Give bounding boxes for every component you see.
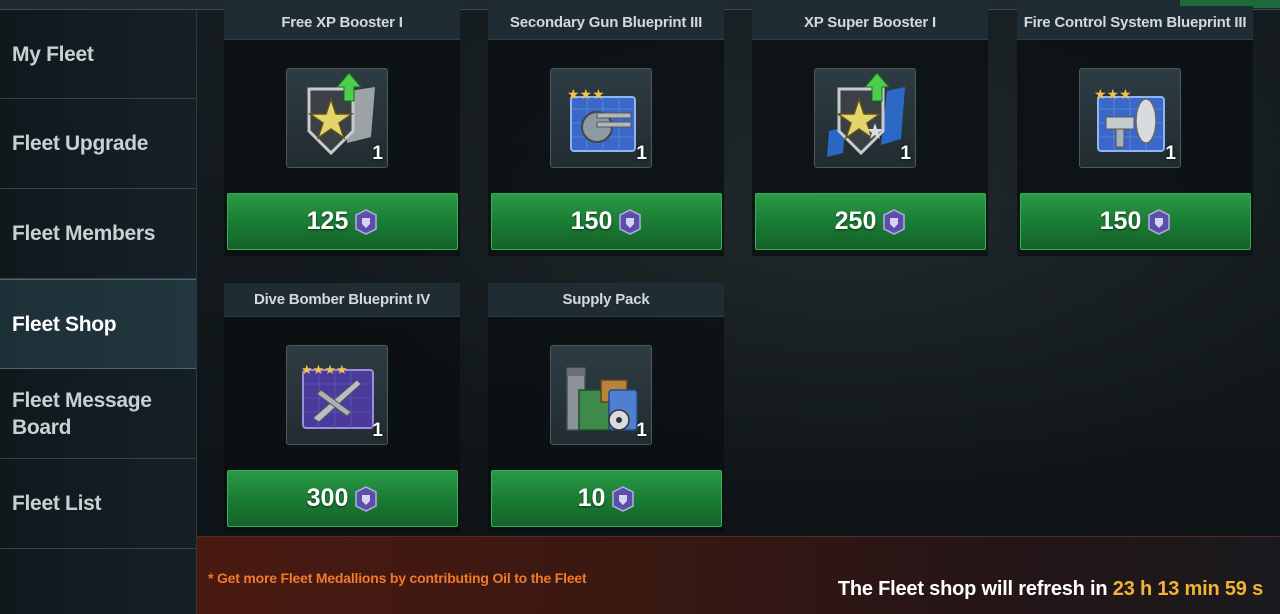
medallion-hint: * Get more Fleet Medallions by contribut… (208, 570, 587, 586)
shop-item-body: ★★★ 1 150 (488, 40, 724, 256)
shop-item-card: Dive Bomber Blueprint IV ★★★★ 1 300 (224, 283, 460, 533)
shop-item-card: Fire Control System Blueprint III ★★★ 1 … (1017, 6, 1253, 256)
shop-item-title: Fire Control System Blueprint III (1017, 6, 1253, 40)
shop-item-body: ★★★★ 1 300 (224, 317, 460, 533)
sidebar-item-label: Fleet List (12, 492, 102, 515)
buy-button[interactable]: 300 (227, 470, 458, 527)
price-label: 150 (1099, 207, 1142, 235)
shop-item-body: 1 250 (752, 40, 988, 256)
sidebar-item-label: Fleet Members (12, 222, 156, 245)
sidebar-item-fleet-upgrade[interactable]: Fleet Upgrade (0, 99, 196, 189)
shop-footer: * Get more Fleet Medallions by contribut… (197, 536, 1280, 614)
item-quantity: 1 (1165, 143, 1176, 164)
sidebar-item-label: Fleet Shop (12, 312, 117, 336)
sidebar-item-fleet-members[interactable]: Fleet Members (0, 189, 196, 279)
price-label: 125 (306, 207, 349, 235)
shop-item-title: XP Super Booster I (752, 6, 988, 40)
shop-item-body: 1 125 (224, 40, 460, 256)
fleet-medallion-icon (355, 208, 378, 235)
shop-item-title: Dive Bomber Blueprint IV (224, 283, 460, 317)
price-label: 300 (306, 484, 349, 512)
sidebar-item-label: Fleet Upgrade (12, 132, 149, 155)
buy-button[interactable]: 150 (491, 193, 722, 250)
shop-item-card: Supply Pack 1 10 (488, 283, 724, 533)
buy-button[interactable]: 150 (1020, 193, 1251, 250)
fleet-medallion-icon (355, 485, 378, 512)
sidebar-item-fleet-message-board[interactable]: Fleet Message Board (0, 369, 196, 459)
shop-item-title: Secondary Gun Blueprint III (488, 6, 724, 40)
sidebar-item-fleet-list[interactable]: Fleet List (0, 459, 196, 549)
sidebar-item-fleet-shop[interactable]: Fleet Shop (0, 279, 196, 369)
sidebar: My Fleet Fleet Upgrade Fleet Members Fle… (0, 10, 197, 614)
free-xp-booster-icon[interactable]: 1 (286, 68, 388, 168)
sidebar-item-label: Fleet Message Board (12, 388, 152, 439)
shop-item-card: Secondary Gun Blueprint III ★★★ 1 150 (488, 6, 724, 256)
shop-item-title: Free XP Booster I (224, 6, 460, 40)
shop-item-title: Supply Pack (488, 283, 724, 317)
fleet-medallion-icon (612, 485, 635, 512)
shop-item-body: ★★★ 1 150 (1017, 40, 1253, 256)
item-quantity: 1 (636, 143, 647, 164)
fleet-medallion-icon (883, 208, 906, 235)
shop-item-card: XP Super Booster I 1 250 (752, 6, 988, 256)
item-quantity: 1 (372, 420, 383, 441)
price-label: 10 (577, 484, 606, 512)
fleet-medallion-icon (619, 208, 642, 235)
buy-button[interactable]: 125 (227, 193, 458, 250)
buy-button[interactable]: 10 (491, 470, 722, 527)
shop-grid: Free XP Booster I 1 125 Secondary Gun Bl… (197, 6, 1280, 536)
xp-super-booster-icon[interactable]: 1 (814, 68, 916, 168)
price-label: 150 (570, 207, 613, 235)
fleet-medallion-icon (1148, 208, 1171, 235)
svg-text:★★★: ★★★ (1094, 87, 1132, 103)
item-quantity: 1 (372, 143, 383, 164)
refresh-timer: The Fleet shop will refresh in 23 h 13 m… (838, 578, 1263, 601)
fire-control-blueprint-icon[interactable]: ★★★ 1 (1079, 68, 1181, 168)
sidebar-item-my-fleet[interactable]: My Fleet (0, 10, 196, 99)
item-quantity: 1 (900, 143, 911, 164)
dive-bomber-blueprint-icon[interactable]: ★★★★ 1 (286, 345, 388, 445)
svg-text:★★★★: ★★★★ (301, 363, 348, 378)
secondary-gun-blueprint-icon[interactable]: ★★★ 1 (550, 68, 652, 168)
buy-button[interactable]: 250 (755, 193, 986, 250)
refresh-countdown: 23 h 13 min 59 s (1112, 578, 1263, 600)
supply-pack-icon[interactable]: 1 (550, 345, 652, 445)
item-quantity: 1 (636, 420, 647, 441)
shop-item-body: 1 10 (488, 317, 724, 533)
refresh-label: The Fleet shop will refresh in (837, 578, 1113, 600)
shop-item-card: Free XP Booster I 1 125 (224, 6, 460, 256)
price-label: 250 (834, 207, 877, 235)
svg-text:★★★: ★★★ (567, 87, 605, 103)
sidebar-item-label: My Fleet (12, 42, 94, 66)
